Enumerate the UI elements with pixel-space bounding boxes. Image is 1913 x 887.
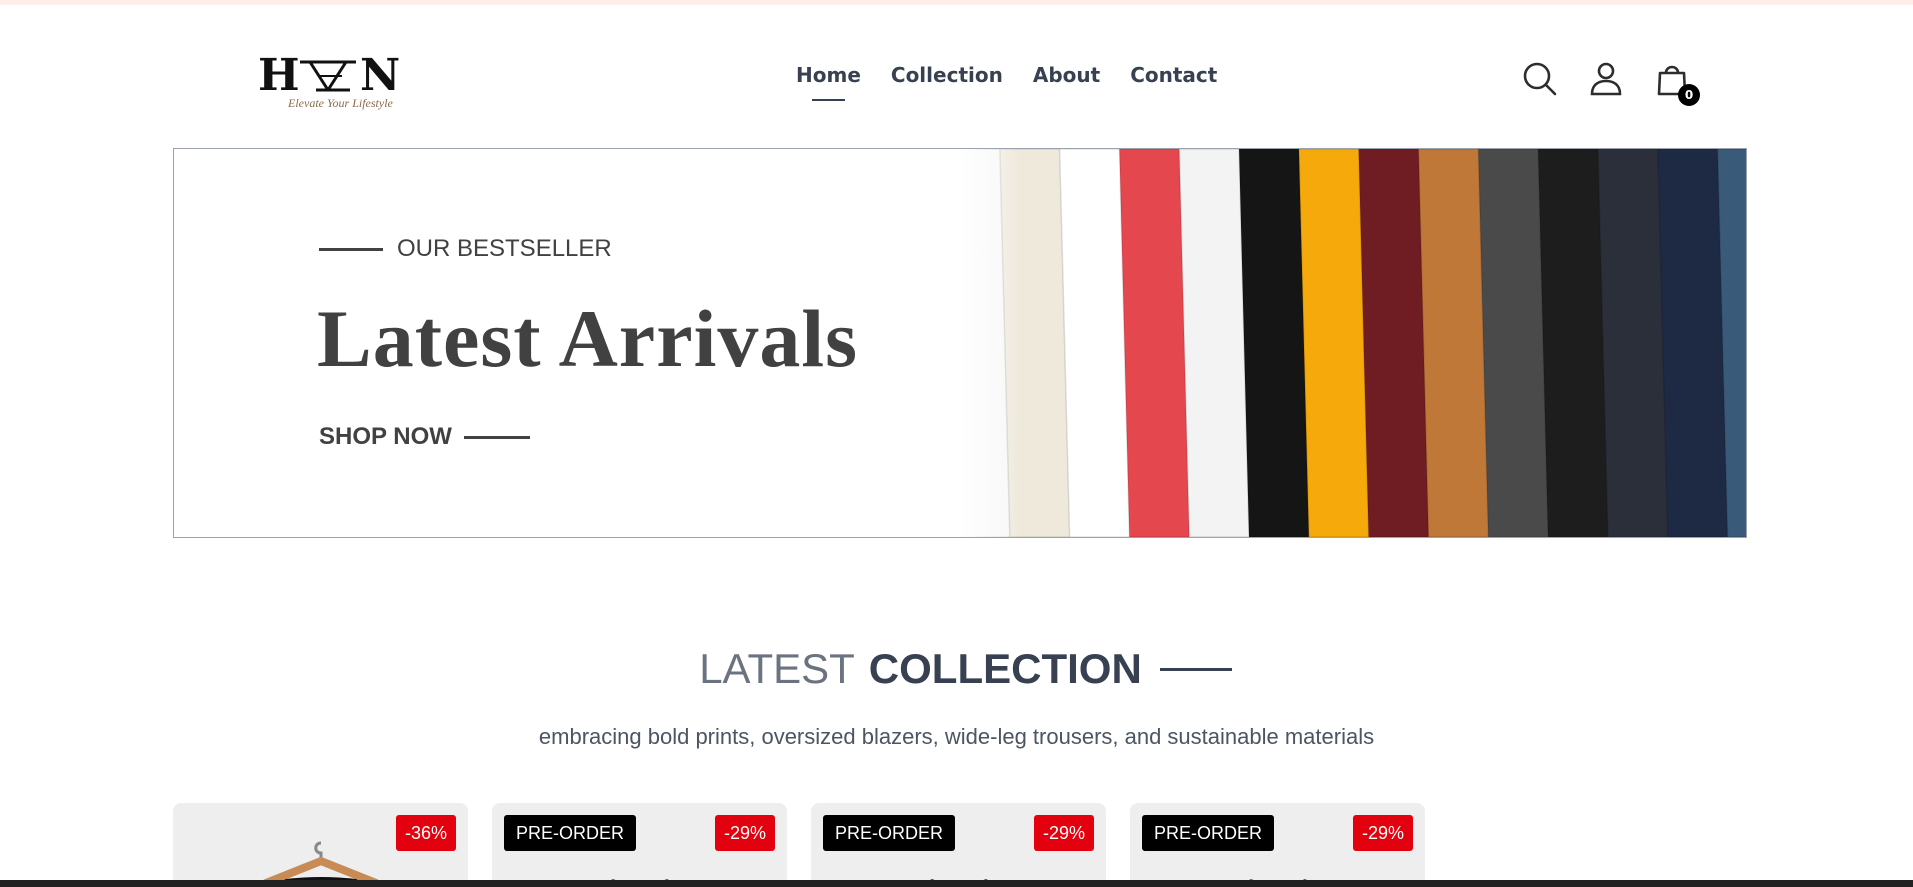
hero-image-shirts-rack bbox=[960, 149, 1746, 537]
logo-tagline: Elevate Your Lifestyle bbox=[288, 96, 393, 110]
search-icon[interactable] bbox=[1522, 61, 1558, 99]
eyebrow-divider bbox=[319, 247, 383, 251]
user-icon[interactable] bbox=[1588, 61, 1624, 99]
collection-heading: LATEST COLLECTION bbox=[0, 645, 1913, 693]
cart-count-badge: 0 bbox=[1678, 84, 1700, 106]
discount-badge: -36% bbox=[395, 815, 456, 851]
main-nav: Home Collection About Contact bbox=[796, 61, 1217, 101]
nav-contact[interactable]: Contact bbox=[1130, 61, 1217, 89]
preorder-badge: PRE-ORDER bbox=[504, 815, 637, 851]
nav-collection[interactable]: Collection bbox=[891, 61, 1003, 89]
hero-title: Latest Arrivals bbox=[317, 293, 859, 384]
nav-about[interactable]: About bbox=[1033, 61, 1100, 89]
header-actions: 0 bbox=[1522, 61, 1700, 106]
shopping-bag-icon[interactable]: 0 bbox=[1654, 61, 1700, 106]
product-card[interactable]: PRE-ORDER -29% bbox=[811, 803, 1106, 887]
logo-mark: H N bbox=[258, 50, 402, 101]
shirts-rack-illustration bbox=[960, 149, 1746, 537]
product-card[interactable]: PRE-ORDER -29% bbox=[1130, 803, 1425, 887]
shop-now-link[interactable]: SHOP NOW bbox=[319, 423, 530, 451]
hero-text-panel: OUR BESTSELLER Latest Arrivals SHOP NOW bbox=[174, 149, 960, 537]
product-grid: -36% PRE-ORDER -29% PRE-ORDER -29% PRE-O… bbox=[173, 803, 1425, 887]
site-header: H N Elevate Your Lifestyle Home Collecti… bbox=[0, 5, 1913, 145]
preorder-badge: PRE-ORDER bbox=[823, 815, 956, 851]
discount-badge: -29% bbox=[1352, 815, 1413, 851]
discount-badge: -29% bbox=[714, 815, 775, 851]
collection-subtitle: embracing bold prints, oversized blazers… bbox=[538, 724, 1375, 749]
product-card[interactable]: -36% bbox=[173, 803, 468, 887]
nav-home[interactable]: Home bbox=[796, 61, 861, 101]
hero-banner: OUR BESTSELLER Latest Arrivals SHOP NOW bbox=[173, 148, 1747, 538]
svg-text:H: H bbox=[258, 50, 302, 98]
rack-fade-overlay bbox=[960, 149, 1020, 537]
brand-logo[interactable]: H N Elevate Your Lifestyle bbox=[258, 50, 423, 122]
collection-title-light: LATEST bbox=[699, 645, 855, 692]
collection-title-divider bbox=[1159, 667, 1232, 671]
bottom-scroll-edge bbox=[0, 880, 1913, 887]
discount-badge: -29% bbox=[1033, 815, 1094, 851]
eyebrow-text: OUR BESTSELLER bbox=[397, 235, 612, 262]
preorder-badge: PRE-ORDER bbox=[1142, 815, 1275, 851]
shop-now-label: SHOP NOW bbox=[319, 423, 452, 450]
shop-now-divider bbox=[463, 435, 530, 439]
collection-title-bold: COLLECTION bbox=[868, 645, 1142, 692]
product-card[interactable]: PRE-ORDER -29% bbox=[492, 803, 787, 887]
hero-eyebrow: OUR BESTSELLER bbox=[319, 235, 612, 263]
svg-text:N: N bbox=[360, 50, 402, 98]
